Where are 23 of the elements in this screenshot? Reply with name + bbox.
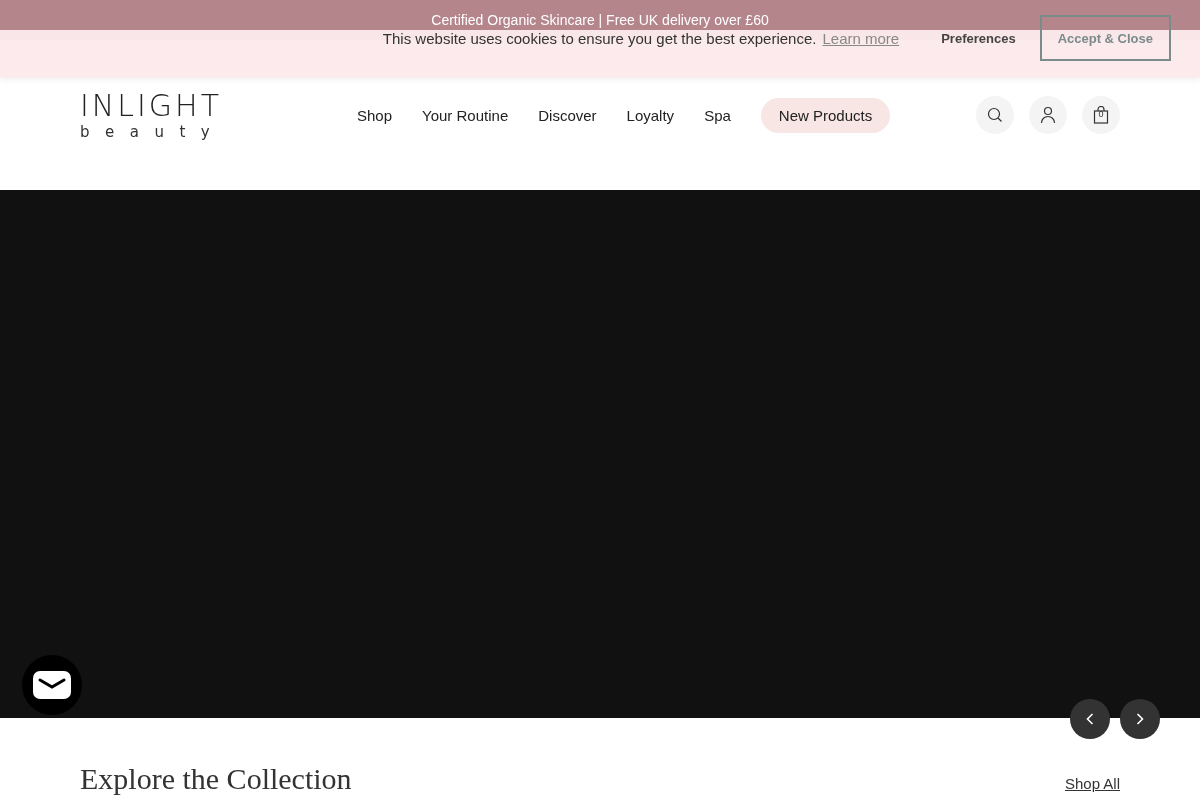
nav-link[interactable]: Loyalty — [614, 96, 687, 134]
nav-pill[interactable]: New Products — [760, 97, 891, 133]
account-button[interactable] — [1029, 96, 1067, 134]
bag-icon — [1093, 106, 1109, 124]
section-title: Explore the Collection — [80, 762, 352, 796]
search-button[interactable] — [976, 96, 1014, 134]
envelope-icon — [33, 671, 71, 699]
nav-link[interactable]: Discover — [526, 96, 609, 134]
announcement-text: Certified Organic Skincare | Free UK delivery over £60 — [431, 12, 769, 28]
nav-link[interactable]: Shop — [345, 96, 405, 134]
next-button[interactable] — [1120, 699, 1160, 739]
preferences-button[interactable]: Preferences — [925, 15, 1032, 61]
cookie-message: This website uses cookies to ensure you get the best experience. — [382, 29, 817, 47]
chevron-right-icon — [1136, 713, 1144, 725]
search-icon — [987, 107, 1003, 123]
previous-button[interactable] — [1070, 699, 1110, 739]
logo[interactable]: INLIGHT beauty — [80, 89, 230, 141]
shop-all-link[interactable]: Shop All — [1064, 775, 1120, 792]
cart-button[interactable]: 0 — [1082, 96, 1120, 134]
nav-link[interactable]: Your Routine — [410, 96, 521, 134]
nav-link[interactable]: Spa — [692, 96, 743, 134]
chevron-left-icon — [1086, 713, 1094, 725]
person-icon — [1040, 106, 1056, 124]
